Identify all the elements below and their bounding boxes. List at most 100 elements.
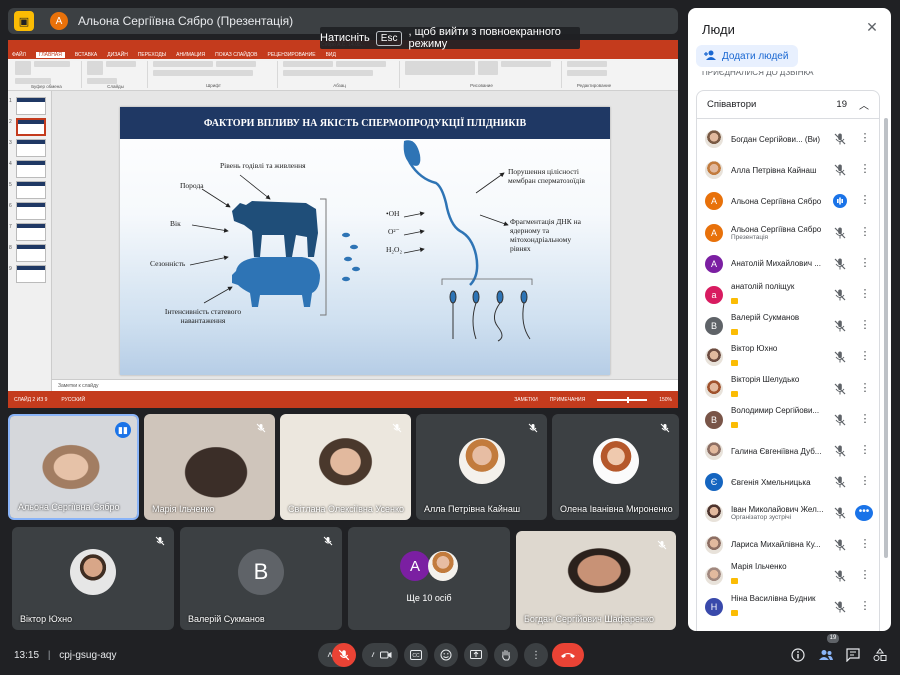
more-vert-icon[interactable]: ⋮ xyxy=(859,316,871,334)
leave-call-button[interactable] xyxy=(552,643,584,667)
participant-role: Організатор зустрічі xyxy=(731,514,792,522)
close-icon[interactable]: ✕ xyxy=(863,18,881,36)
more-vert-icon[interactable]: ⋮ xyxy=(859,254,871,272)
participants-count-badge: 19 xyxy=(827,634,839,643)
mic-off-icon[interactable] xyxy=(833,600,847,614)
mic-off-icon[interactable] xyxy=(833,350,847,364)
participant-tile-alona[interactable]: ▮▮ Альона Сергіївна Сябро xyxy=(8,414,139,520)
participant-row[interactable]: Алла Петрівна Кайнаш ⋮ xyxy=(705,154,881,186)
participant-row[interactable]: Н Ніна Василівна Будник ⋮ xyxy=(705,591,881,623)
participant-row[interactable]: А Анатолій Михайлович ... ⋮ xyxy=(705,248,881,280)
participant-row[interactable]: В Валерій Сукманов ⋮ xyxy=(705,310,881,342)
more-vert-icon[interactable]: ⋮ xyxy=(859,566,871,584)
participant-tile-alla[interactable]: Алла Петрівна Кайнаш xyxy=(416,414,547,520)
more-options-button[interactable]: ⋮ xyxy=(524,643,548,667)
participant-tile-svitlana[interactable]: Світлана Олексіївна Усенко xyxy=(280,414,411,520)
more-vert-icon[interactable]: ⋮ xyxy=(859,223,871,241)
mic-off-icon[interactable] xyxy=(833,413,847,427)
slide-thumbnail[interactable] xyxy=(16,181,46,199)
people-button[interactable] xyxy=(816,645,836,665)
participant-row[interactable]: Марія Ільченко ⋮ xyxy=(705,560,881,592)
participant-row[interactable]: Богдан Сергійови... (Ви) ⋮ xyxy=(705,123,881,155)
participant-row[interactable]: а анатолій поліщук ⋮ xyxy=(705,279,881,311)
meeting-details-button[interactable] xyxy=(788,645,808,665)
slide-thumbnail[interactable] xyxy=(16,97,46,115)
more-vert-icon[interactable]: ⋮ xyxy=(859,160,871,178)
slide-thumbnail[interactable] xyxy=(16,244,46,262)
chat-button[interactable] xyxy=(843,645,863,665)
more-vert-icon[interactable]: ⋮ xyxy=(859,410,871,428)
participant-row[interactable]: Лариса Михайлівна Ку... ⋮ xyxy=(705,529,881,561)
mic-off-icon[interactable] xyxy=(833,444,847,458)
chevron-up-icon[interactable]: ︿ xyxy=(859,97,869,112)
thumb-title-bar xyxy=(17,203,45,207)
participant-row[interactable]: Галина Євгеніївна Дуб... ⋮ xyxy=(705,435,881,467)
arrow-intensity xyxy=(203,286,233,304)
participant-row[interactable]: В Володимир Сергійови... ⋮ xyxy=(705,404,881,436)
contributors-label: Співавтори xyxy=(707,99,757,110)
speaking-indicator-icon[interactable] xyxy=(833,194,847,209)
more-vert-icon[interactable]: ⋮ xyxy=(859,441,871,459)
mic-off-icon xyxy=(525,420,541,436)
slide-thumbnail[interactable] xyxy=(16,265,46,283)
participant-tile-mariia[interactable]: Марія Ільченко xyxy=(144,414,275,520)
mic-off-icon[interactable] xyxy=(833,163,847,177)
captions-button[interactable]: CC xyxy=(404,643,428,667)
mic-off-icon[interactable] xyxy=(833,288,847,302)
activities-button[interactable] xyxy=(870,645,890,665)
more-participants-tile[interactable]: А Ще 10 осіб xyxy=(348,527,510,630)
slide-thumbnail[interactable] xyxy=(16,202,46,220)
people-scrollbar[interactable] xyxy=(884,118,888,558)
mic-off-icon[interactable] xyxy=(833,382,847,396)
emoji-reactions-button[interactable] xyxy=(434,643,458,667)
add-people-button[interactable]: Додати людей xyxy=(696,45,799,67)
arrow-season xyxy=(189,255,229,266)
mic-off-icon[interactable] xyxy=(833,506,847,520)
participant-row[interactable]: Віктор Юхно ⋮ xyxy=(705,341,881,373)
participant-text: Валерій Сукманов xyxy=(731,313,831,340)
more-vert-icon[interactable]: ⋮ xyxy=(859,472,871,490)
participant-text: Альона Сергіївна Сябро xyxy=(731,197,831,206)
mic-off-icon[interactable] xyxy=(833,319,847,333)
mic-off-icon[interactable] xyxy=(833,475,847,489)
more-vert-icon[interactable]: ⋮ xyxy=(859,191,871,209)
meet-window: ▣ А Альона Сергіївна Сябро (Презентація)… xyxy=(0,0,900,675)
participant-row[interactable]: Вікторія Шелудько ⋮ xyxy=(705,373,881,405)
more-vert-icon[interactable]: ⋮ xyxy=(859,379,871,397)
participant-row[interactable]: Іван Миколайович Жел... Організатор зустр… xyxy=(705,497,881,529)
slide-thumbnail[interactable] xyxy=(16,160,46,178)
more-vert-icon[interactable]: ••• xyxy=(855,505,873,522)
mic-off-icon[interactable] xyxy=(833,569,847,583)
participant-row[interactable]: Є Євгенія Хмельницька ⋮ xyxy=(705,466,881,498)
shared-screen: Сябро А.С. 14.05... ФАЙЛ ГЛАВНАЯ ВСТАВКА… xyxy=(8,40,678,408)
slide-thumbnail[interactable] xyxy=(16,118,46,136)
mic-off-icon[interactable] xyxy=(833,538,847,552)
participant-text: Вікторія Шелудько xyxy=(731,375,831,402)
participant-tile-viktor[interactable]: Віктор Юхно xyxy=(12,527,174,630)
mic-toggle-button[interactable] xyxy=(332,643,356,667)
mic-off-icon[interactable] xyxy=(833,257,847,271)
participant-tile-bohdan[interactable]: Богдан Сергійович Шафаренко xyxy=(516,531,676,630)
camera-toggle-button[interactable] xyxy=(374,643,398,667)
mic-off-icon[interactable] xyxy=(833,132,847,146)
more-vert-icon[interactable]: ⋮ xyxy=(859,129,871,147)
slide-thumbnail[interactable] xyxy=(16,223,46,241)
more-vert-icon[interactable]: ⋮ xyxy=(859,285,871,303)
participant-row[interactable]: А Альона Сергіївна Сябро ⋮ xyxy=(705,185,881,217)
more-vert-icon[interactable]: ⋮ xyxy=(859,597,871,615)
slide-thumbnail[interactable] xyxy=(16,139,46,157)
present-screen-button[interactable] xyxy=(464,643,488,667)
more-vert-icon[interactable]: ⋮ xyxy=(859,535,871,553)
participant-tile-olena[interactable]: Олена Іванівна Мироненко xyxy=(552,414,679,520)
participant-row[interactable]: А Альона Сергіївна Сябро Презентація ⋮ xyxy=(705,217,881,249)
guest-badge-icon xyxy=(731,391,738,398)
fullscreen-exit-hint: Натисніть Esc , щоб вийти з повноекранно… xyxy=(320,26,580,50)
stop-presenting-icon[interactable]: ▣ xyxy=(14,11,34,31)
contributors-list: Співавтори 19 ︿ Богдан Сергійови... (Ви)… xyxy=(696,90,880,631)
raise-hand-button[interactable] xyxy=(494,643,518,667)
more-vert-icon[interactable]: ⋮ xyxy=(859,347,871,365)
participant-tile-valerii[interactable]: В Валерій Сукманов xyxy=(180,527,342,630)
participant-name: Алла Петрівна Кайнаш xyxy=(424,504,521,514)
mic-off-icon[interactable] xyxy=(833,226,847,240)
contributors-header[interactable]: Співавтори 19 ︿ xyxy=(697,91,879,119)
